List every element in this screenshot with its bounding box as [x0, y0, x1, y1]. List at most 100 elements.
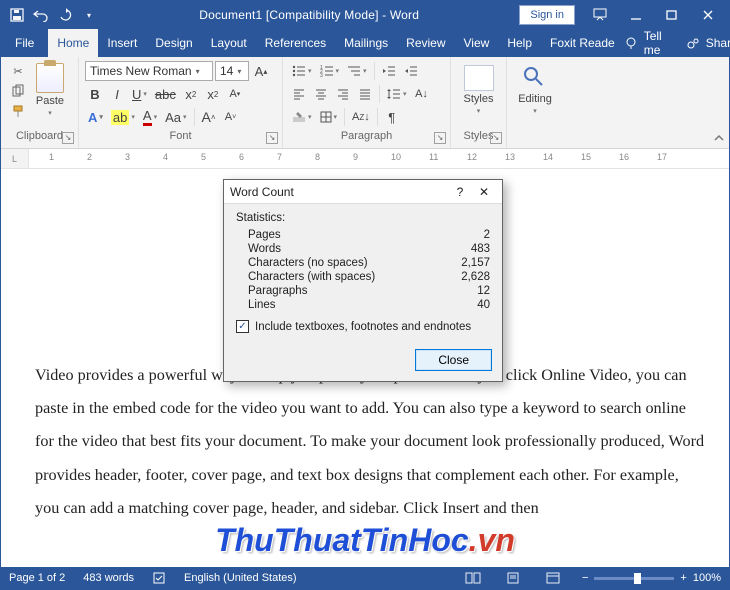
print-layout-icon[interactable] [502, 570, 524, 586]
tell-me[interactable]: Tell me [644, 29, 670, 57]
grow-font-icon[interactable]: A▴ [251, 61, 271, 81]
statistics-header: Statistics: [236, 212, 490, 224]
redo-icon[interactable] [55, 5, 75, 25]
ribbon: ✂ Paste ▾ Clipboard↘ Times New Roman▾ 14… [1, 57, 729, 149]
subscript-button[interactable]: x2 [181, 84, 201, 104]
increase-indent-icon[interactable] [401, 61, 421, 81]
tab-design[interactable]: Design [146, 29, 201, 57]
save-icon[interactable] [7, 5, 27, 25]
sort-icon[interactable]: A↓ [412, 84, 432, 104]
web-layout-icon[interactable] [542, 570, 564, 586]
pilcrow-icon[interactable]: ¶ [382, 107, 402, 127]
status-words[interactable]: 483 words [83, 572, 134, 584]
styles-icon [464, 65, 494, 91]
font-name-combo[interactable]: Times New Roman▾ [85, 61, 213, 81]
window-title: Document1 [Compatibility Mode] - Word [99, 8, 519, 22]
superscript-button[interactable]: x2 [203, 84, 223, 104]
font-color-icon[interactable]: A▾ [140, 107, 160, 127]
dialog-help-icon[interactable]: ? [448, 182, 472, 202]
status-proof-icon[interactable] [152, 571, 166, 585]
status-language[interactable]: English (United States) [184, 572, 297, 584]
undo-icon[interactable] [31, 5, 51, 25]
group-font: Times New Roman▾ 14▾ A▴ B I U▾ abc x2 x2… [79, 57, 283, 148]
text-effects-icon[interactable]: A▾ [85, 107, 106, 127]
tab-home[interactable]: Home [48, 29, 98, 57]
share-label[interactable]: Share [706, 36, 730, 50]
tab-review[interactable]: Review [397, 29, 454, 57]
font-dialog-launcher-icon[interactable]: ↘ [266, 132, 278, 144]
maximize-icon[interactable] [655, 1, 689, 29]
underline-button[interactable]: U▾ [129, 84, 150, 104]
include-textboxes-checkbox[interactable]: ✓ Include textboxes, footnotes and endno… [236, 320, 490, 333]
sort2-icon[interactable]: AZ↓ [349, 107, 373, 127]
bullets-icon[interactable]: ▾ [289, 61, 315, 81]
qat-customize-icon[interactable]: ▾ [79, 5, 99, 25]
stat-pages: Pages2 [236, 228, 490, 242]
editing-button[interactable]: Editing ▾ [512, 61, 558, 130]
group-styles: Styles ▾ Styles↘ [451, 57, 507, 148]
collapse-ribbon-icon[interactable] [709, 57, 729, 148]
group-paragraph-label: Paragraph [341, 130, 392, 142]
quick-access-toolbar: ▾ [1, 5, 99, 25]
numbering-icon[interactable]: 123▾ [317, 61, 343, 81]
align-center-icon[interactable] [311, 84, 331, 104]
font-size-combo[interactable]: 14▾ [215, 61, 249, 81]
shrink-font2-icon[interactable]: A˅ [221, 107, 241, 127]
strikethrough-button[interactable]: abc [152, 84, 179, 104]
cut-icon[interactable]: ✂ [9, 63, 27, 79]
align-right-icon[interactable] [333, 84, 353, 104]
word-count-dialog: Word Count ? ✕ Statistics: Pages2 Words4… [223, 179, 503, 382]
tab-file[interactable]: File [1, 29, 48, 57]
styles-dialog-launcher-icon[interactable]: ↘ [490, 132, 502, 144]
shading-icon[interactable]: ▾ [289, 107, 315, 127]
bold-button[interactable]: B [85, 84, 105, 104]
tab-help[interactable]: Help [498, 29, 541, 57]
copy-icon[interactable] [9, 83, 27, 99]
zoom-in-icon[interactable]: + [680, 572, 686, 584]
highlight-icon[interactable]: ab▾ [108, 107, 138, 127]
minimize-icon[interactable] [619, 1, 653, 29]
ribbon-tabs: File Home Insert Design Layout Reference… [1, 29, 729, 57]
group-paragraph: ▾ 123▾ ▾ ▾ A↓ ▾ [283, 57, 451, 148]
site-watermark: ThuThuatTinHoc.vn [1, 522, 729, 559]
read-mode-icon[interactable] [462, 570, 484, 586]
tab-view[interactable]: View [455, 29, 499, 57]
multilevel-list-icon[interactable]: ▾ [344, 61, 370, 81]
grow-font2-icon[interactable]: A˄ [199, 107, 219, 127]
italic-button[interactable]: I [107, 84, 127, 104]
svg-text:3: 3 [320, 73, 323, 77]
decrease-indent-icon[interactable] [379, 61, 399, 81]
stat-lines: Lines40 [236, 298, 490, 312]
zoom-slider[interactable] [594, 577, 674, 580]
line-spacing-icon[interactable]: ▾ [384, 84, 410, 104]
change-case-icon[interactable]: Aa▾ [162, 107, 189, 127]
borders-icon[interactable]: ▾ [317, 107, 341, 127]
tab-references[interactable]: References [256, 29, 335, 57]
status-bar: Page 1 of 2 483 words English (United St… [1, 567, 729, 589]
tab-insert[interactable]: Insert [98, 29, 146, 57]
horizontal-ruler[interactable]: 1234567891011121314151617 [29, 149, 729, 168]
justify-icon[interactable] [355, 84, 375, 104]
share-icon[interactable] [686, 36, 700, 50]
format-painter-icon[interactable] [9, 103, 27, 119]
close-button[interactable]: Close [415, 349, 492, 371]
tab-layout[interactable]: Layout [202, 29, 256, 57]
styles-button[interactable]: Styles ▾ [458, 61, 500, 130]
status-page[interactable]: Page 1 of 2 [9, 572, 65, 584]
align-left-icon[interactable] [289, 84, 309, 104]
sign-in-button[interactable]: Sign in [519, 5, 575, 25]
lightbulb-icon[interactable] [624, 36, 638, 50]
document-area[interactable]: n Video provides a powerful way to help … [1, 169, 729, 567]
ribbon-options-icon[interactable] [583, 1, 617, 29]
dialog-close-icon[interactable]: ✕ [472, 182, 496, 202]
tab-foxit[interactable]: Foxit Reade [541, 29, 624, 57]
zoom-level[interactable]: 100% [693, 572, 721, 584]
paragraph-dialog-launcher-icon[interactable]: ↘ [434, 132, 446, 144]
zoom-out-icon[interactable]: − [582, 572, 588, 584]
group-editing: Editing ▾ [507, 57, 563, 148]
close-icon[interactable] [691, 1, 725, 29]
paste-button[interactable]: Paste ▾ [29, 61, 71, 130]
tab-mailings[interactable]: Mailings [335, 29, 397, 57]
clipboard-dialog-launcher-icon[interactable]: ↘ [62, 132, 74, 144]
shrink-font-icon[interactable]: A▾ [225, 84, 245, 104]
